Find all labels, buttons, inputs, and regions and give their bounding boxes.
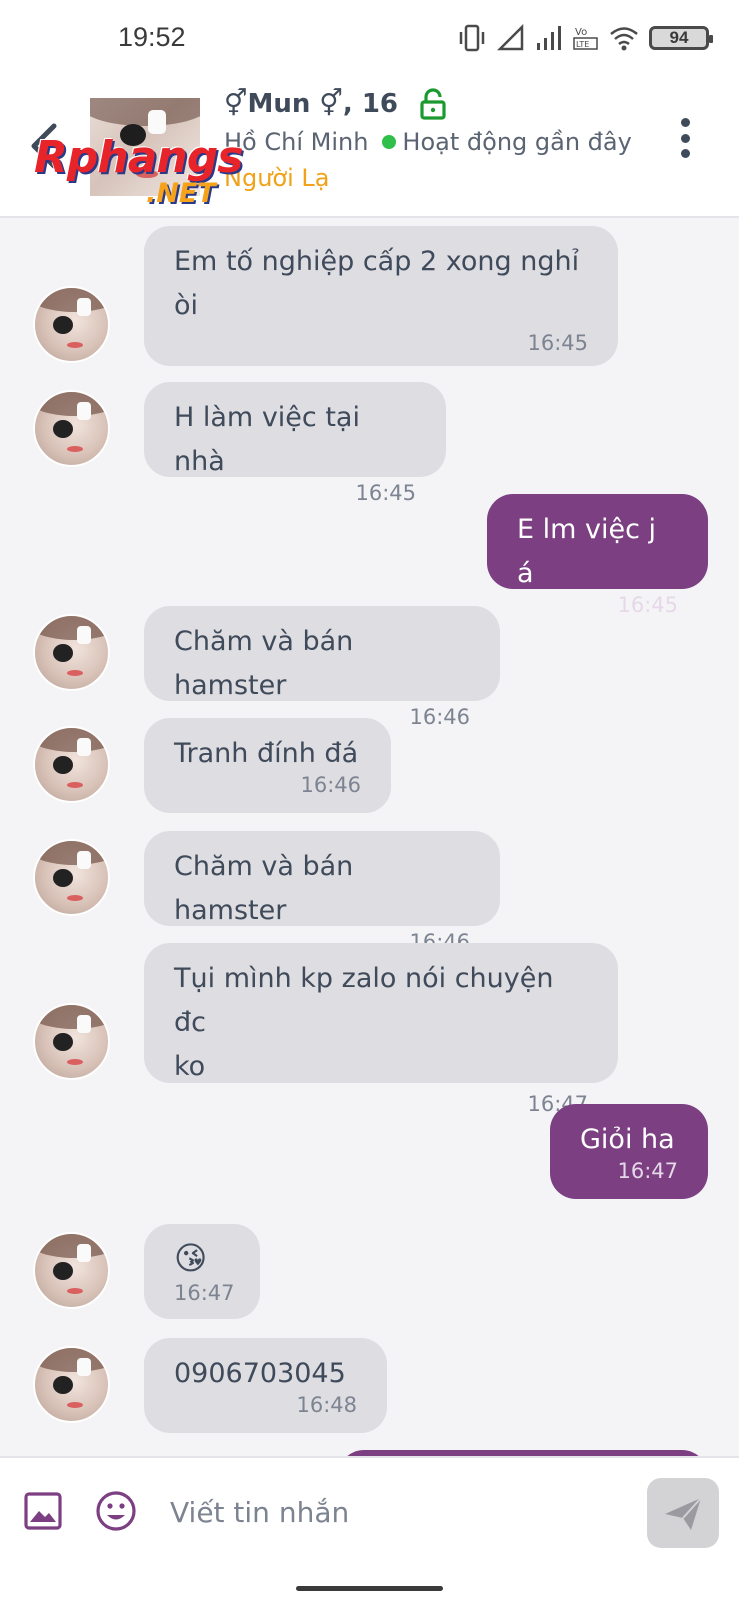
activity-status: Hoạt động gần đây [382, 128, 632, 156]
signal-empty-icon [497, 24, 524, 51]
status-bar: 19:52 Vo LTE 94 [0, 0, 739, 78]
contact-name-row: ⚥Mun ⚥, 16 [224, 86, 446, 122]
send-icon [665, 1497, 702, 1530]
sender-avatar[interactable] [33, 1003, 110, 1080]
watermark-main: Rphangs [34, 132, 243, 183]
sender-avatar[interactable] [33, 1232, 110, 1309]
message-bubble-incoming[interactable]: Tụi mình kp zalo nói chuyện đc ko 16:47 [144, 943, 618, 1116]
unlocked-lock-icon[interactable] [420, 88, 446, 120]
signal-bars-icon [537, 26, 561, 50]
sender-avatar[interactable] [33, 839, 110, 916]
online-dot-icon [382, 135, 397, 149]
message-bubble-incoming[interactable]: Tranh đính đá 16:46 [144, 718, 391, 813]
message-text: Em tố nghiệp cấp 2 xong nghỉ òi [174, 246, 580, 321]
message-composer [0, 1456, 739, 1602]
message-bubble-outgoing[interactable]: Giỏi ha 16:47 [550, 1104, 708, 1199]
message-bubble-incoming[interactable]: Chăm và bán hamster 16:46 [144, 606, 500, 729]
wifi-icon [610, 27, 638, 51]
message-time: 16:45 [527, 331, 588, 355]
message-bubble-incoming[interactable]: Em tố nghiệp cấp 2 xong nghỉ òi 16:45 [144, 226, 618, 366]
more-options-icon[interactable] [681, 118, 691, 158]
sender-avatar[interactable] [33, 1346, 110, 1423]
emoji-picker-icon[interactable] [95, 1490, 137, 1532]
battery-level: 94 [669, 28, 689, 47]
message-text: Chăm và bán hamster [174, 851, 362, 926]
battery-indicator: 94 [649, 26, 713, 50]
watermark-logo: Rphangs .NET [34, 132, 264, 212]
kiss-emoji: 😘 [174, 1239, 208, 1277]
sender-avatar[interactable] [33, 390, 110, 467]
message-bubble-incoming[interactable]: 0906703045 16:48 [144, 1338, 387, 1433]
image-picker-icon[interactable] [24, 1492, 62, 1530]
message-bubble-incoming[interactable]: 😘 16:47 [144, 1224, 260, 1319]
message-time: 16:47 [527, 1092, 588, 1116]
sender-avatar[interactable] [33, 614, 110, 691]
message-input[interactable] [168, 1484, 612, 1540]
chat-header: ⚥Mun ⚥, 16 Hồ Chí Minh Hoạt động gần đây… [0, 78, 739, 218]
home-indicator [296, 1586, 443, 1591]
status-time: 19:52 [118, 22, 186, 52]
message-time: 16:45 [617, 593, 678, 617]
status-icons: Vo LTE 94 [457, 22, 713, 54]
message-bubble-incoming[interactable]: H làm việc tại nhà 16:45 [144, 382, 446, 505]
vibrate-icon [459, 24, 485, 52]
message-text: H làm việc tại nhà [174, 402, 369, 477]
message-time: 16:47 [174, 1281, 235, 1305]
sender-avatar[interactable] [33, 286, 110, 363]
volte-icon: Vo LTE [573, 27, 598, 50]
message-list[interactable]: Em tố nghiệp cấp 2 xong nghỉ òi 16:45 H … [0, 218, 739, 1456]
contact-meta: Hồ Chí Minh Hoạt động gần đây [224, 128, 632, 156]
contact-name: ⚥Mun ⚥, 16 [224, 89, 399, 119]
message-text: Chăm và bán hamster [174, 626, 362, 701]
svg-text:Vo: Vo [575, 27, 587, 38]
svg-text:LTE: LTE [576, 40, 589, 49]
watermark-net: .NET [146, 178, 216, 209]
message-bubble-outgoing[interactable]: E lm việc j á 16:45 [487, 494, 708, 617]
sender-avatar[interactable] [33, 726, 110, 803]
message-text: Tụi mình kp zalo nói chuyện đc ko [174, 963, 554, 1082]
activity-text: Hoạt động gần đây [402, 128, 632, 156]
message-bubble-incoming[interactable]: Chăm và bán hamster 16:46 [144, 831, 500, 954]
send-button[interactable] [647, 1478, 719, 1548]
message-text: E lm việc j á [517, 514, 665, 589]
